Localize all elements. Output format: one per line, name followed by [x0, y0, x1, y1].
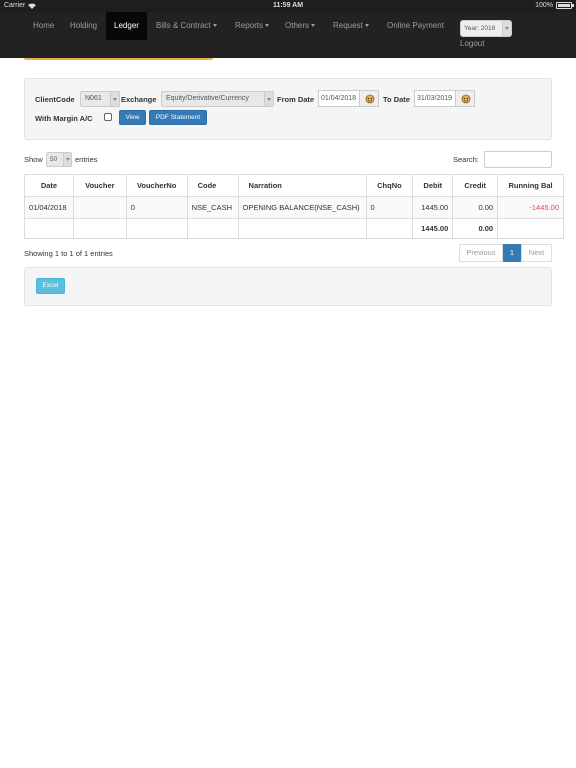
client-code-value: N061 [85, 95, 102, 102]
nav-holding-label: Holding [70, 21, 98, 30]
chevron-down-icon [265, 24, 270, 28]
cell-voucher-no: 0 [125, 196, 188, 219]
from-date-label: From Date [277, 95, 315, 104]
col-header-chq-no[interactable]: ChqNo [365, 174, 414, 197]
chevron-down-icon [364, 24, 369, 28]
calendar-icon [461, 94, 471, 104]
nav-online-payment-label: Online Payment [387, 21, 444, 30]
total-credit: 0.00 [452, 218, 499, 239]
totals-row: 1445.00 0.00 [24, 218, 564, 239]
from-date-value: 01/04/2018 [321, 95, 357, 102]
battery-fill [558, 4, 570, 7]
excel-button[interactable]: Excel [36, 278, 65, 294]
search-label: Search: [453, 155, 479, 164]
col-header-debit[interactable]: Debit [412, 174, 454, 197]
nav-request-label: Request [333, 21, 363, 30]
to-date-calendar-button[interactable] [455, 90, 475, 107]
chevron-down-icon [63, 153, 71, 166]
nav-home-label: Home [33, 21, 55, 30]
battery-percent: 100% [535, 2, 553, 9]
pagination-previous[interactable]: Previous [459, 244, 503, 262]
nav-holding[interactable]: Holding [61, 12, 106, 40]
show-label: Show [24, 155, 43, 164]
nav-online-payment[interactable]: Online Payment [378, 12, 453, 40]
calendar-icon [365, 94, 375, 104]
logout-link[interactable]: Logout [460, 39, 484, 48]
nav-ledger-label: Ledger [114, 21, 139, 30]
accent-bar [24, 58, 213, 60]
pagination-next[interactable]: Next [521, 244, 552, 262]
cell-debit: 1445.00 [412, 196, 454, 219]
view-button[interactable]: View [119, 110, 146, 125]
col-header-narration[interactable]: Narration [237, 174, 367, 197]
to-date-label: To Date [383, 95, 410, 104]
nav-bills-contract-label: Bills & Contract [156, 21, 211, 30]
nav-others-label: Others [285, 21, 310, 30]
export-panel: Excel [24, 267, 552, 306]
top-navbar: Home Holding Ledger Bills & Contract Rep… [0, 12, 576, 58]
to-date-input[interactable]: 31/03/2019 [414, 90, 456, 107]
col-header-voucher[interactable]: Voucher [72, 174, 127, 197]
ios-status-bar: Carrier 11:59 AM 100% [0, 0, 576, 12]
pdf-statement-button[interactable]: PDF Statement [149, 110, 207, 125]
nav-ledger[interactable]: Ledger [106, 12, 147, 40]
cell-chq-no: 0 [365, 196, 414, 219]
from-date-input[interactable]: 01/04/2018 [318, 90, 360, 107]
table-header-row: Date Voucher VoucherNo Code Narration Ch… [24, 174, 564, 197]
pagination-info: Showing 1 to 1 of 1 entries [24, 249, 113, 258]
entries-label: entries [75, 155, 98, 164]
pagination-page-1[interactable]: 1 [503, 244, 521, 262]
entries-value: 50 [50, 156, 58, 163]
cell-narration: OPENING BALANCE(NSE_CASH) [237, 196, 367, 219]
margin-label: With Margin A/C [35, 114, 93, 123]
chevron-down-icon [311, 24, 316, 28]
col-header-date[interactable]: Date [24, 174, 74, 197]
total-debit: 1445.00 [412, 218, 454, 239]
nav-bills-contract[interactable]: Bills & Contract [147, 12, 226, 40]
cell-credit: 0.00 [452, 196, 499, 219]
nav-reports-label: Reports [235, 21, 264, 30]
client-code-select[interactable]: N061 [80, 91, 120, 107]
nav-others[interactable]: Others [276, 12, 324, 40]
col-header-credit[interactable]: Credit [452, 174, 499, 197]
chevron-down-icon [264, 92, 273, 106]
battery-icon [556, 2, 574, 9]
search-input[interactable] [484, 151, 552, 168]
nav-home[interactable]: Home [24, 12, 63, 40]
chevron-down-icon [502, 21, 511, 36]
exchange-value: Equity/Derivative/Currency [166, 95, 249, 102]
cell-running-bal: -1445.00 [497, 196, 564, 219]
nav-request[interactable]: Request [324, 12, 378, 40]
ledger-table: Date Voucher VoucherNo Code Narration Ch… [24, 174, 564, 239]
exchange-label: Exchange [121, 95, 157, 104]
col-header-running-bal[interactable]: Running Bal [497, 174, 564, 197]
col-header-code[interactable]: Code [186, 174, 239, 197]
nav-reports[interactable]: Reports [226, 12, 278, 40]
entries-select[interactable]: 50 [46, 152, 72, 167]
chevron-down-icon [212, 24, 217, 28]
cell-date: 01/04/2018 [24, 196, 74, 219]
filter-panel: ClientCode N061 Exchange Equity/Derivati… [24, 78, 552, 140]
from-date-calendar-button[interactable] [359, 90, 379, 107]
client-code-label: ClientCode [35, 95, 75, 104]
battery-indicator: 100% [535, 2, 574, 9]
table-row: 01/04/2018 0 NSE_CASH OPENING BALANCE(NS… [24, 196, 564, 219]
cell-voucher [72, 196, 127, 219]
exchange-select[interactable]: Equity/Derivative/Currency [161, 91, 274, 107]
clock: 11:59 AM [272, 2, 304, 9]
year-select-value: Year: 2018 [464, 25, 496, 32]
cell-code: NSE_CASH [186, 196, 239, 219]
chevron-down-icon [110, 92, 119, 106]
margin-checkbox[interactable] [104, 113, 112, 121]
year-select[interactable]: Year: 2018 [460, 20, 512, 37]
to-date-value: 31/03/2019 [417, 95, 453, 102]
col-header-voucher-no[interactable]: VoucherNo [125, 174, 188, 197]
